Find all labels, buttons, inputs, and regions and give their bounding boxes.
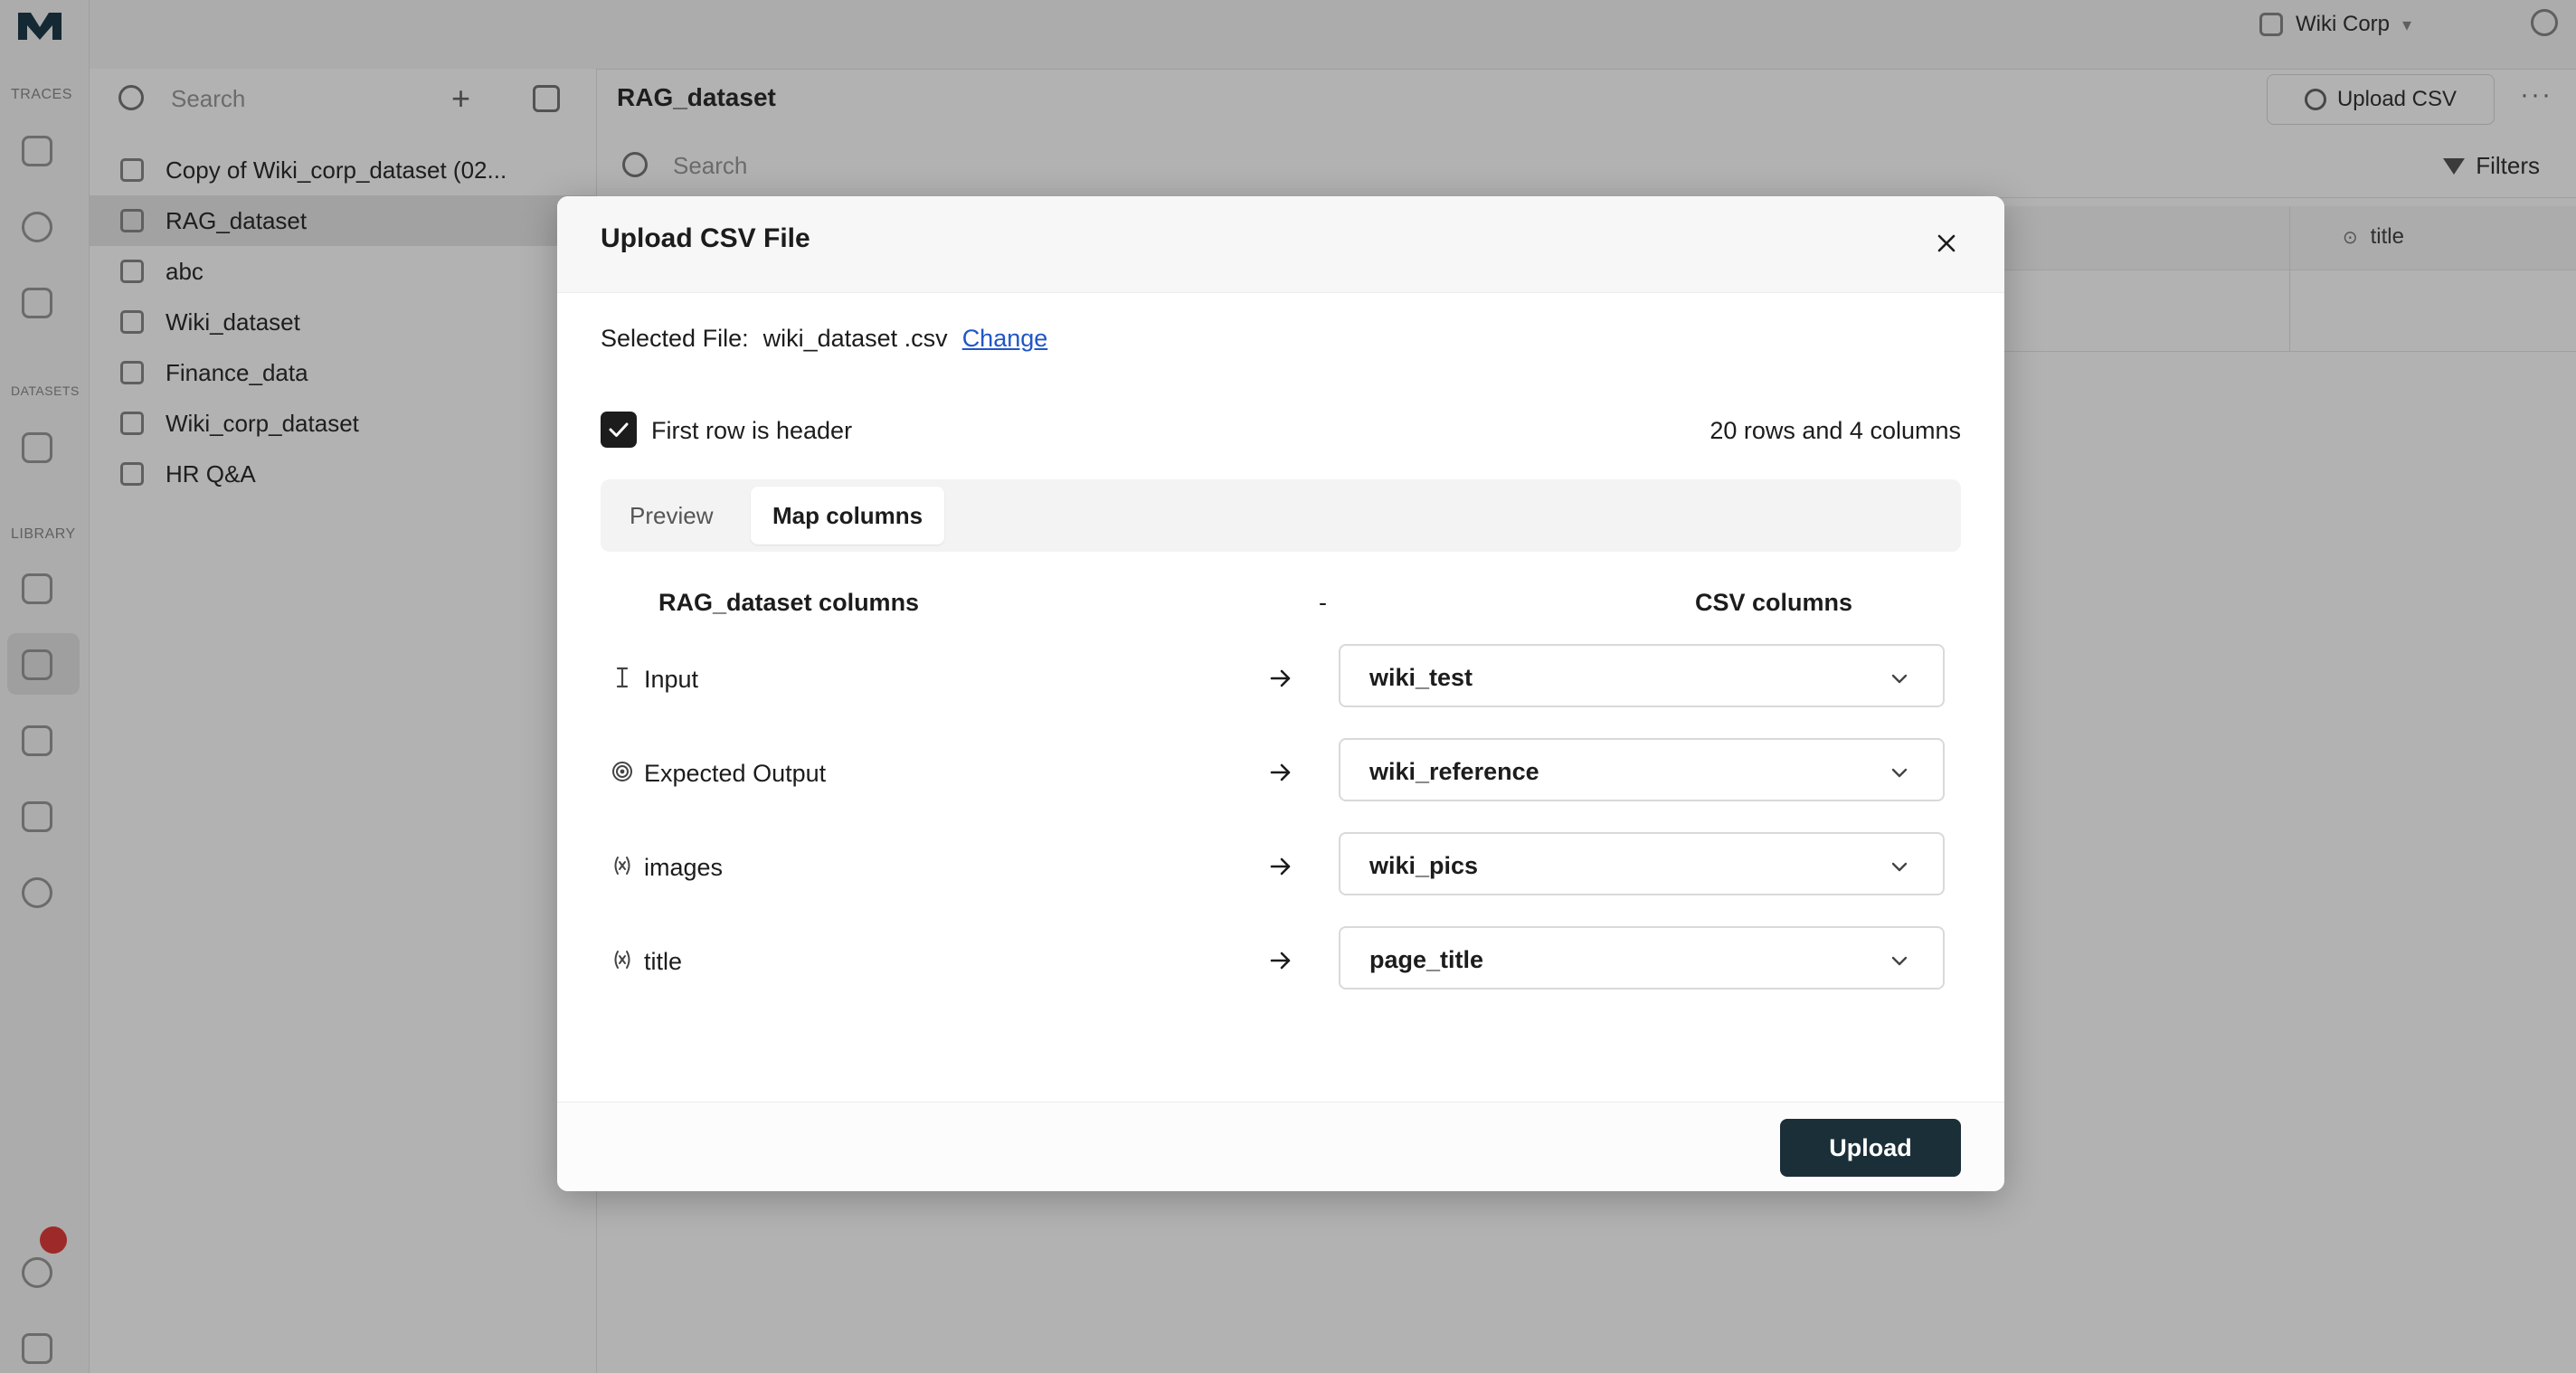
selected-file-name: wiki_dataset .csv	[762, 325, 948, 352]
csv-column-select[interactable]: page_title	[1339, 926, 1945, 990]
dialog-footer: Upload	[557, 1102, 2004, 1191]
checkmark-icon	[609, 422, 629, 437]
arrow-right-icon	[1270, 857, 1291, 876]
variable-icon	[614, 857, 630, 875]
dataset-column-name: Input	[644, 666, 699, 693]
close-icon	[1937, 234, 1956, 252]
csv-column-value: page_title	[1369, 946, 1484, 973]
change-file-link[interactable]: Change	[962, 325, 1048, 353]
mapping-row-input: Input wiki_test	[601, 644, 1961, 711]
mapping-row-expected-output: Expected Output wiki_reference	[601, 738, 1961, 805]
selected-file-line: Selected File: wiki_dataset .csv Change	[601, 325, 1047, 353]
arrow-right-icon	[1270, 952, 1291, 970]
mapping-row-title: title page_title	[601, 926, 1961, 993]
row-column-count: 20 rows and 4 columns	[1709, 417, 1961, 444]
mapping-row-images: images wiki_pics	[601, 832, 1961, 899]
first-row-header-label: First row is header	[651, 417, 853, 444]
chevron-down-icon	[1891, 956, 1908, 966]
tab-map-columns[interactable]: Map columns	[751, 487, 945, 544]
variable-icon	[614, 951, 630, 969]
chevron-down-icon	[1891, 674, 1908, 684]
csv-column-select[interactable]: wiki_test	[1339, 644, 1945, 707]
dataset-column-name: images	[644, 854, 724, 881]
arrow-right-icon	[1270, 669, 1291, 687]
text-cursor-icon	[616, 667, 629, 688]
mapping-separator: -	[1319, 589, 1327, 616]
dataset-column-name: title	[644, 948, 683, 975]
mapping-header: RAG_dataset columns - CSV columns	[601, 582, 1961, 621]
upload-button[interactable]: Upload	[1780, 1119, 1961, 1177]
close-button[interactable]	[1927, 223, 1966, 263]
csv-column-value: wiki_pics	[1369, 852, 1479, 879]
arrow-right-icon	[1270, 763, 1291, 781]
dialog-title: Upload CSV File	[601, 223, 810, 253]
dataset-columns-header: RAG_dataset columns	[658, 589, 920, 616]
csv-columns-header: CSV columns	[1694, 589, 1852, 616]
dataset-column-name: Expected Output	[644, 760, 827, 787]
first-row-header-row: First row is header 20 rows and 4 column…	[601, 412, 1961, 450]
tab-preview[interactable]: Preview	[608, 487, 734, 544]
csv-column-select[interactable]: wiki_reference	[1339, 738, 1945, 801]
chevron-down-icon	[1891, 768, 1908, 778]
dialog-header: Upload CSV File	[557, 196, 2004, 293]
csv-column-value: wiki_reference	[1369, 758, 1539, 785]
selected-file-label: Selected File:	[601, 325, 749, 352]
first-row-header-checkbox[interactable]	[601, 412, 637, 448]
target-icon	[612, 762, 632, 781]
upload-csv-dialog: Upload CSV File Selected File: wiki_data…	[557, 196, 2004, 1191]
chevron-down-icon	[1891, 862, 1908, 872]
csv-column-select[interactable]: wiki_pics	[1339, 832, 1945, 895]
dialog-tabs: Preview Map columns	[601, 479, 1961, 552]
csv-column-value: wiki_test	[1369, 664, 1473, 691]
